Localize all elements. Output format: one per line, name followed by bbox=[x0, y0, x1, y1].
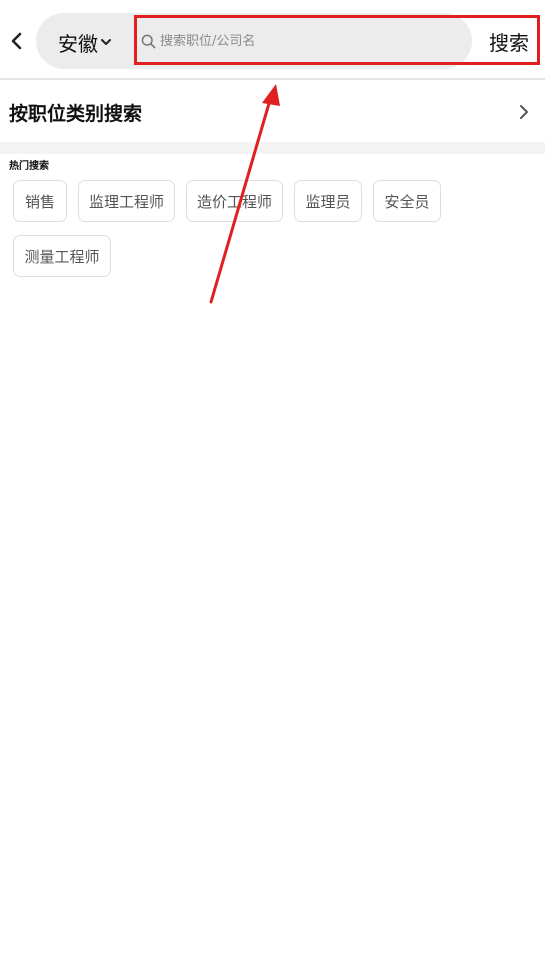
chevron-right-icon bbox=[520, 105, 528, 119]
hot-tag[interactable]: 监理员 bbox=[294, 180, 362, 222]
back-button[interactable] bbox=[6, 26, 28, 56]
hot-tag[interactable]: 造价工程师 bbox=[186, 180, 283, 222]
search-highlight-box bbox=[134, 15, 540, 65]
city-selector[interactable]: 安徽 bbox=[58, 22, 111, 62]
chevron-left-icon bbox=[11, 32, 22, 50]
category-search-row[interactable]: 按职位类别搜索 bbox=[0, 82, 545, 142]
top-bar: 安徽 搜索 bbox=[0, 0, 545, 80]
hot-tag[interactable]: 安全员 bbox=[373, 180, 441, 222]
city-label: 安徽 bbox=[58, 31, 98, 56]
chevron-down-icon bbox=[101, 39, 111, 45]
hot-tag[interactable]: 监理工程师 bbox=[78, 180, 175, 222]
hot-tag[interactable]: 测量工程师 bbox=[13, 235, 111, 277]
category-search-title: 按职位类别搜索 bbox=[9, 102, 143, 125]
hot-search-label: 热门搜索 bbox=[9, 161, 49, 172]
section-divider bbox=[0, 142, 545, 154]
hot-tag[interactable]: 销售 bbox=[13, 180, 67, 222]
